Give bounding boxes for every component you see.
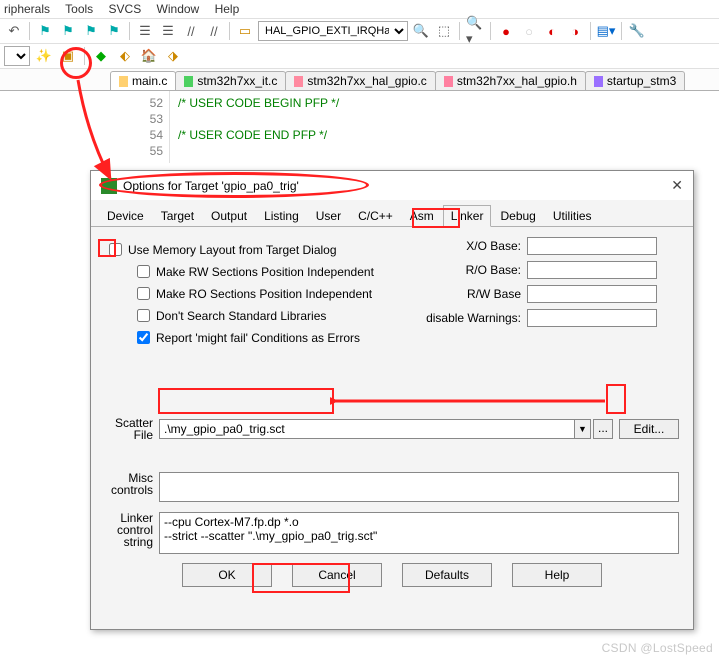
build-icon[interactable]: ◆ [91, 46, 111, 66]
func-select[interactable]: HAL_GPIO_EXTI_IRQHand [258, 21, 408, 41]
undo-icon[interactable]: ↶ [4, 21, 24, 41]
bp-disable-icon[interactable]: ○ [519, 21, 539, 41]
bookmark-icon[interactable]: ⚑ [35, 21, 55, 41]
file-mgr-icon[interactable]: ▣ [58, 46, 78, 66]
dialog-tab-target[interactable]: Target [153, 205, 202, 227]
options-icon[interactable]: 🔧 [627, 21, 647, 41]
file-tab[interactable]: startup_stm3 [585, 71, 685, 90]
scatter-label: Scatter File [105, 417, 159, 441]
menu-peripherals[interactable]: ripherals [4, 2, 50, 16]
defaults-button[interactable]: Defaults [402, 563, 492, 587]
dialog-buttons: OK Cancel Defaults Help [91, 563, 693, 587]
dialog-tabs: DeviceTargetOutputListingUserC/C++AsmLin… [91, 200, 693, 227]
menu-window[interactable]: Window [157, 2, 200, 16]
main-menu: ripherals Tools SVCS Window Help [0, 0, 719, 19]
stop-build-icon[interactable]: ⬗ [163, 46, 183, 66]
dialog-tab-c/c++[interactable]: C/C++ [350, 205, 401, 227]
indent-icon[interactable]: ☰ [135, 21, 155, 41]
bookmark-next-icon[interactable]: ⚑ [81, 21, 101, 41]
no-stdlib-checkbox[interactable] [137, 309, 150, 322]
menu-svcs[interactable]: SVCS [109, 2, 142, 16]
misc-controls-input[interactable] [159, 472, 679, 502]
menu-help[interactable]: Help [215, 2, 240, 16]
close-icon[interactable]: ✕ [671, 177, 683, 194]
help-button[interactable]: Help [512, 563, 602, 587]
rebuild-icon[interactable]: ⬖ [115, 46, 135, 66]
window-icon[interactable]: ▤▾ [596, 21, 616, 41]
rw-pi-checkbox[interactable] [137, 265, 150, 278]
search-next-icon[interactable]: 🔍 [411, 21, 431, 41]
magic-wand-icon[interactable]: ✨ [34, 46, 54, 66]
editor-tabs: main.cstm32h7xx_it.cstm32h7xx_hal_gpio.c… [0, 69, 719, 91]
file-tab[interactable]: stm32h7xx_hal_gpio.h [435, 71, 586, 90]
xo-base-input[interactable] [527, 237, 657, 255]
options-dialog: Options for Target 'gpio_pa0_trig' ✕ Dev… [90, 170, 694, 630]
menu-tools[interactable]: Tools [65, 2, 93, 16]
dialog-tab-linker[interactable]: Linker [443, 205, 492, 227]
line-gutter: 52535455 [110, 91, 170, 163]
scatter-browse-button[interactable]: ... [593, 419, 613, 439]
scatter-edit-button[interactable]: Edit... [619, 419, 679, 439]
bookmark-clear-icon[interactable]: ⚑ [104, 21, 124, 41]
scatter-file-input[interactable] [159, 419, 575, 439]
code-content[interactable]: /* USER CODE BEGIN PFP */ /* USER CODE E… [170, 91, 347, 163]
dialog-titlebar: Options for Target 'gpio_pa0_trig' ✕ [91, 171, 693, 200]
debug-icon[interactable]: 🔍▾ [465, 21, 485, 41]
comment-icon[interactable]: // [181, 21, 201, 41]
bp-del-all-icon[interactable]: ◑ [565, 21, 585, 41]
file-tab[interactable]: stm32h7xx_it.c [175, 71, 286, 90]
dialog-tab-asm[interactable]: Asm [402, 205, 442, 227]
dialog-tab-utilities[interactable]: Utilities [545, 205, 600, 227]
mem-layout-checkbox[interactable] [109, 243, 122, 256]
dialog-tab-user[interactable]: User [308, 205, 349, 227]
build-toolbar: ✨ ▣ ◆ ⬖ 🏠 ⬗ [0, 44, 719, 69]
linker-ctrl-label: Linker control string [105, 512, 159, 554]
file-tab[interactable]: main.c [110, 71, 176, 90]
disable-warnings-input[interactable] [527, 309, 657, 327]
dialog-tab-device[interactable]: Device [99, 205, 152, 227]
breakpoint-icon[interactable]: ● [496, 21, 516, 41]
mem-layout-label: Use Memory Layout from Target Dialog [128, 243, 337, 257]
batch-build-icon[interactable]: 🏠 [139, 46, 159, 66]
scatter-dropdown-icon[interactable]: ▼ [575, 419, 591, 439]
base-fields: X/O Base: R/O Base: R/W Base disable War… [421, 237, 657, 333]
might-fail-checkbox[interactable] [137, 331, 150, 344]
ok-button[interactable]: OK [182, 563, 272, 587]
dialog-tab-listing[interactable]: Listing [256, 205, 307, 227]
watermark: CSDN @LostSpeed [602, 641, 713, 655]
main-toolbar: ↶ ⚑ ⚑ ⚑ ⚑ ☰ ☰ // // ▭ HAL_GPIO_EXTI_IRQH… [0, 19, 719, 44]
code-editor[interactable]: 52535455 /* USER CODE BEGIN PFP */ /* US… [0, 91, 719, 163]
target-select[interactable] [4, 46, 30, 66]
search-prev-icon[interactable]: ⬚ [434, 21, 454, 41]
dialog-tab-output[interactable]: Output [203, 205, 255, 227]
cancel-button[interactable]: Cancel [292, 563, 382, 587]
uncomment-icon[interactable]: // [204, 21, 224, 41]
file-tab[interactable]: stm32h7xx_hal_gpio.c [285, 71, 435, 90]
ro-pi-checkbox[interactable] [137, 287, 150, 300]
misc-label: Misc controls [105, 472, 159, 502]
linker-control-string [159, 512, 679, 554]
ro-base-input[interactable] [527, 261, 657, 279]
dialog-tab-debug[interactable]: Debug [492, 205, 543, 227]
rw-base-input[interactable] [527, 285, 657, 303]
dialog-icon [101, 178, 117, 194]
file-icon[interactable]: ▭ [235, 21, 255, 41]
dialog-title-text: Options for Target 'gpio_pa0_trig' [123, 179, 299, 193]
bp-del-icon[interactable]: ◐ [542, 21, 562, 41]
outdent-icon[interactable]: ☰ [158, 21, 178, 41]
bookmark-prev-icon[interactable]: ⚑ [58, 21, 78, 41]
